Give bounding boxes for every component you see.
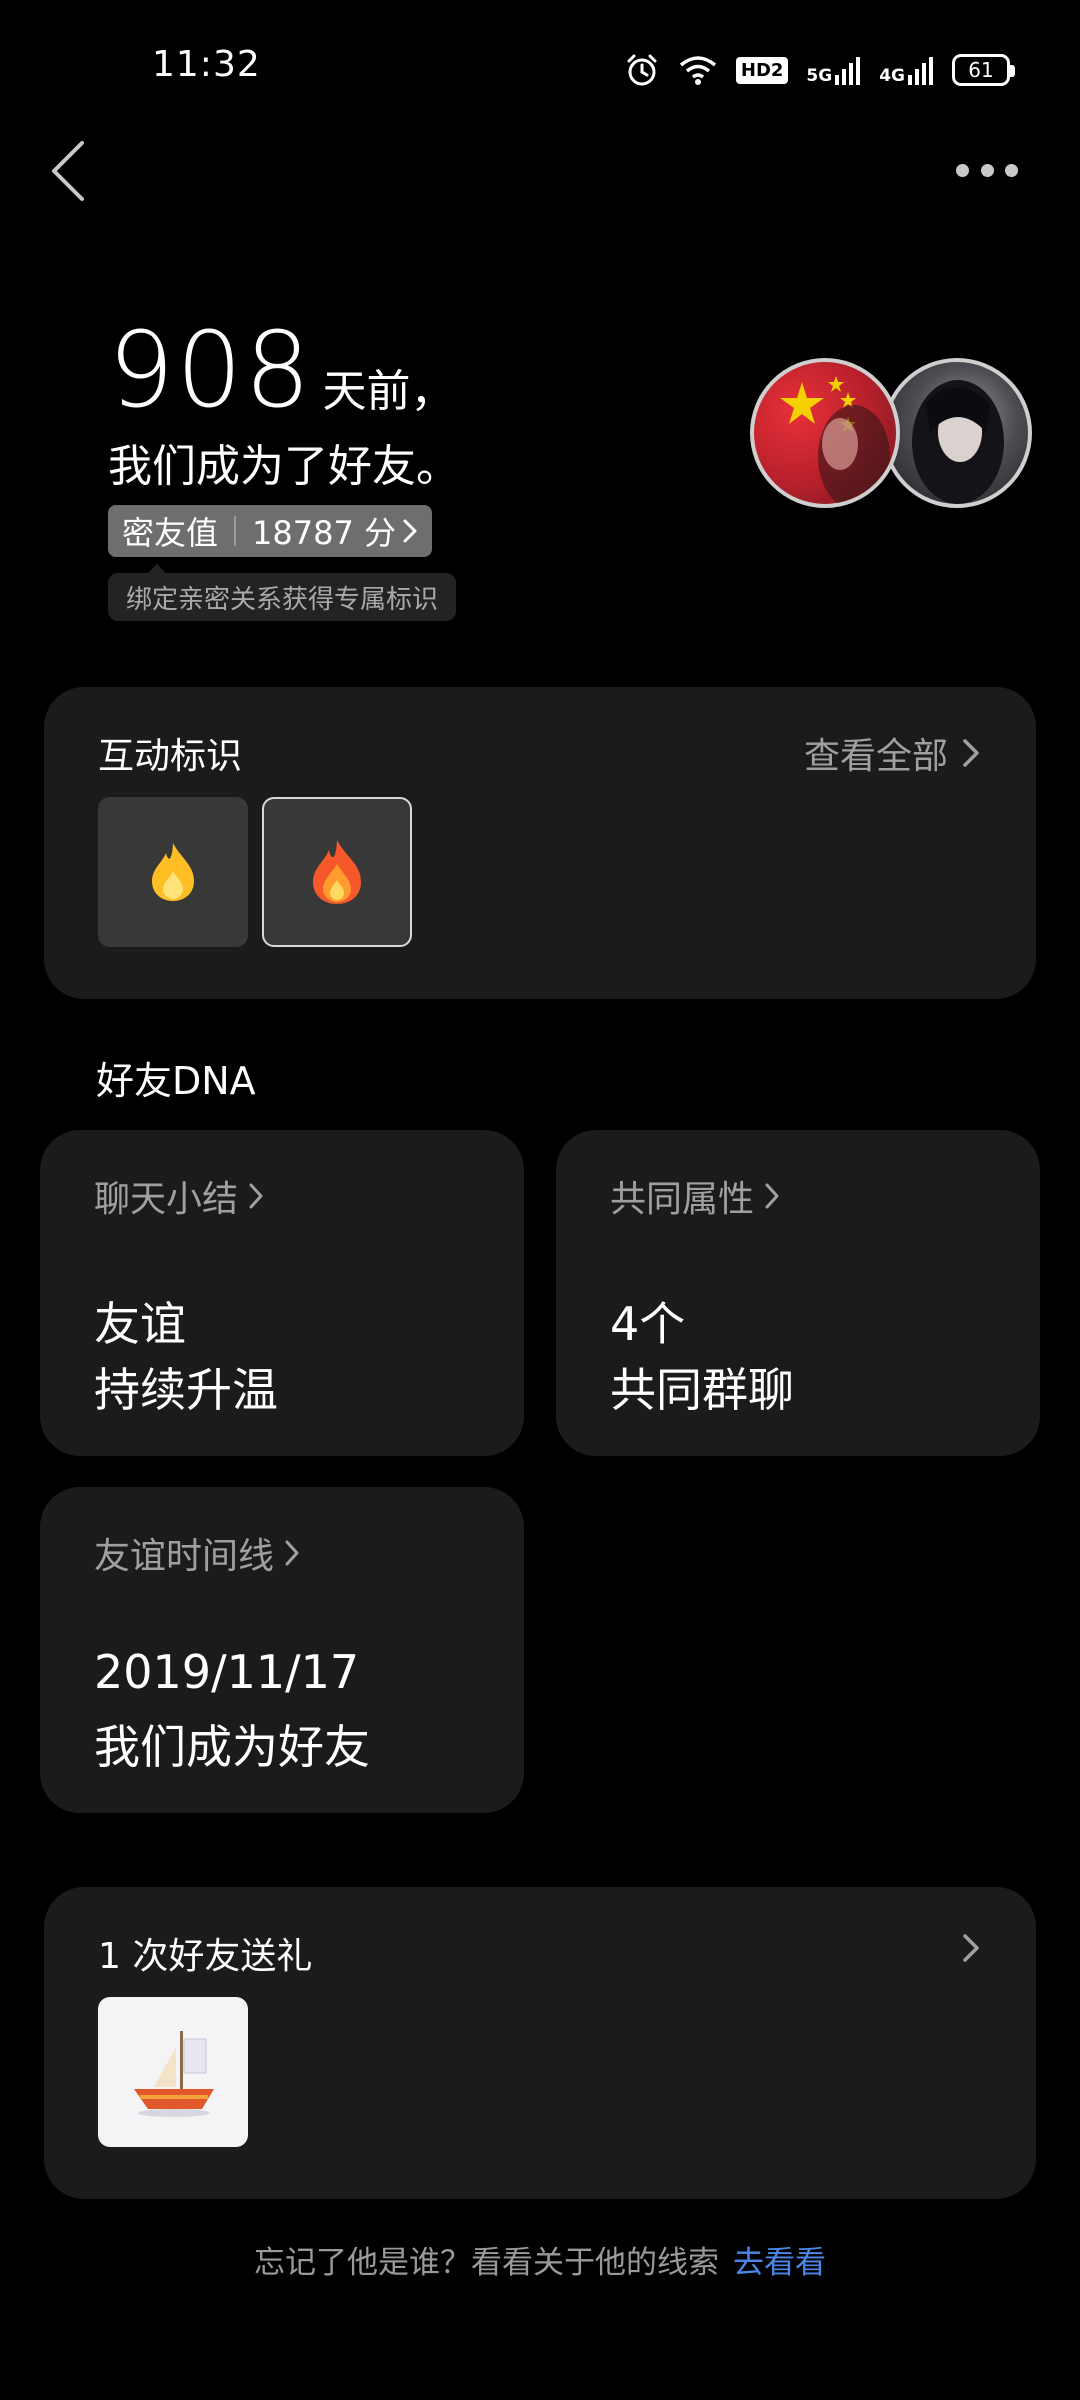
- score-label: 密友值: [122, 514, 219, 552]
- badge-big-flame[interactable]: [262, 797, 412, 947]
- chat-summary-line1: 友谊: [94, 1297, 186, 1351]
- chat-summary-card[interactable]: 聊天小结 友谊 持续升温: [40, 1130, 524, 1456]
- bind-tip: 绑定亲密关系获得专属标识: [108, 564, 457, 621]
- flag-star-icon: [780, 376, 890, 504]
- hd-icon: HD2: [735, 56, 789, 84]
- battery-icon: 61: [952, 54, 1015, 86]
- flame-icon: [152, 843, 194, 901]
- signal-4g-icon: 4G: [879, 55, 934, 85]
- more-dot: [1005, 163, 1018, 177]
- friend-portrait-icon: [912, 380, 1004, 504]
- interaction-badges-card: 互动标识 查看全部: [44, 687, 1036, 999]
- net-4g-label: 4G: [879, 66, 905, 86]
- view-all-label: 查看全部: [803, 736, 948, 777]
- friendship-timeline-title: 友谊时间线: [94, 1536, 275, 1577]
- status-bar: 11:32 HD2 5G 4G 61: [0, 0, 1080, 135]
- chevron-right-icon: [285, 1540, 299, 1566]
- flame-icon: [313, 840, 361, 904]
- friendship-timeline-header: 友谊时间线: [94, 1527, 300, 1579]
- gift-boat-image[interactable]: [98, 1997, 248, 2147]
- common-attributes-card[interactable]: 共同属性 4个 共同群聊: [556, 1130, 1040, 1456]
- avatar-me[interactable]: [750, 358, 900, 508]
- avatar-friend[interactable]: [882, 358, 1032, 508]
- chevron-right-icon: [963, 739, 979, 767]
- wifi-icon: [678, 54, 718, 86]
- friend-dna-title: 好友DNA: [96, 1059, 256, 1103]
- alarm-icon: [624, 52, 660, 88]
- more-icon[interactable]: [956, 155, 1018, 185]
- interaction-badges-title: 互动标识: [98, 736, 243, 777]
- days-counter: 908 天前，: [108, 318, 455, 422]
- chat-summary-title: 聊天小结: [94, 1179, 239, 1220]
- chat-summary-header: 聊天小结: [94, 1170, 264, 1222]
- common-attributes-line2: 共同群聊: [610, 1363, 794, 1417]
- common-attributes-title: 共同属性: [610, 1179, 755, 1220]
- gift-card[interactable]: 1 次好友送礼: [44, 1887, 1036, 2199]
- chat-summary-line2: 持续升温: [94, 1363, 278, 1417]
- more-dot: [956, 163, 969, 177]
- net-5g-label: 5G: [806, 66, 833, 86]
- battery-level: 61: [968, 58, 994, 82]
- badge-small-flame[interactable]: [98, 797, 248, 947]
- status-time: 11:32: [152, 44, 261, 85]
- friendship-timeline-card[interactable]: 友谊时间线 2019/11/17 我们成为好友: [40, 1487, 524, 1813]
- days-suffix: 天前，: [322, 366, 455, 417]
- signal-5g-icon: 5G: [806, 55, 861, 85]
- footer-hint: 忘记了他是谁？看看关于他的线索 去看看: [0, 2237, 1080, 2282]
- gift-card-title: 1 次好友送礼: [98, 1936, 313, 1977]
- status-icons: HD2 5G 4G 61: [624, 48, 1015, 92]
- go-see-link[interactable]: 去看看: [733, 2245, 826, 2281]
- more-dot: [980, 163, 994, 177]
- common-attributes-header: 共同属性: [610, 1170, 780, 1222]
- score-divider: [234, 516, 237, 546]
- footer-hint-text: 忘记了他是谁？看看关于他的线索: [254, 2245, 719, 2281]
- intimacy-score-button[interactable]: 密友值 18787 分: [108, 505, 432, 557]
- common-attributes-line1: 4个: [610, 1297, 686, 1351]
- chevron-right-icon: [249, 1183, 263, 1209]
- friendship-timeline-date: 2019/11/17: [94, 1645, 360, 1699]
- chevron-right-icon: [963, 1934, 979, 1962]
- back-arrow-icon: [52, 141, 84, 201]
- chevron-right-icon: [765, 1183, 779, 1209]
- friendship-timeline-line2: 我们成为好友: [94, 1720, 370, 1774]
- friend-since-text: 我们成为了好友。: [108, 441, 460, 492]
- chevron-right-icon: [403, 519, 417, 543]
- gift-boat-icon: [134, 2031, 214, 2117]
- days-number: 908: [108, 309, 313, 431]
- score-value: 18787 分: [252, 514, 396, 552]
- view-all-button[interactable]: 查看全部: [804, 727, 980, 779]
- back-button[interactable]: [44, 138, 92, 204]
